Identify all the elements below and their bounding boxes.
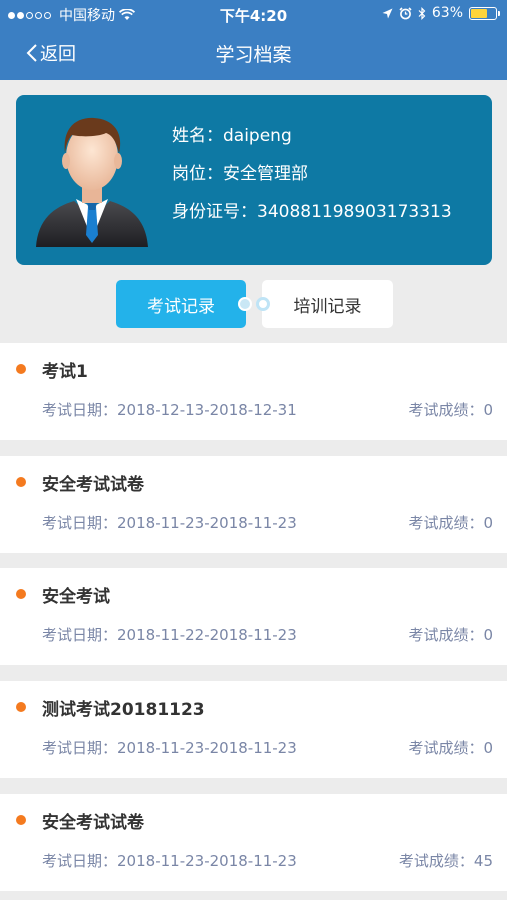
status-bar: 中国移动 下午4:20 63%	[0, 0, 507, 28]
record-date-value: 2018-12-13-2018-12-31	[117, 401, 297, 419]
position-value: 安全管理部	[223, 164, 308, 184]
name-value: daipeng	[223, 126, 292, 146]
record-score-value: 0	[483, 626, 493, 644]
record-date-value: 2018-11-22-2018-11-23	[117, 626, 297, 644]
record-score-label: 考试成绩：	[408, 514, 484, 532]
record-score-value: 0	[483, 514, 493, 532]
battery-percent: 63%	[431, 5, 463, 21]
record-score: 考试成绩：0	[408, 624, 493, 645]
record-date-label: 考试日期：	[42, 739, 118, 757]
alarm-icon	[399, 6, 412, 19]
bullet-dot-icon	[16, 364, 26, 374]
list-item[interactable]: 安全考试试卷 考试日期：2018-11-23-2018-11-23 考试成绩：4…	[0, 794, 507, 891]
record-date-label: 考试日期：	[42, 514, 118, 532]
bullet-dot-icon	[16, 477, 26, 487]
record-date-label: 考试日期：	[42, 626, 118, 644]
tab-training-records[interactable]: 培训记录	[256, 280, 393, 328]
list-item[interactable]: 安全考试试卷 考试日期：2018-11-23-2018-11-23 考试成绩：0	[0, 456, 507, 553]
profile-name-row: 姓名：daipeng	[172, 117, 452, 155]
bluetooth-icon	[418, 6, 426, 20]
id-value: 340881198903173313	[257, 202, 452, 222]
record-name: 安全考试试卷	[42, 475, 144, 495]
record-date: 考试日期：2018-11-23-2018-11-23	[42, 737, 297, 758]
record-score-label: 考试成绩：	[408, 401, 484, 419]
record-name: 安全考试试卷	[42, 813, 144, 833]
tab-knob-icon	[238, 297, 252, 311]
record-score: 考试成绩：0	[408, 512, 493, 533]
profile-id-row: 身份证号：340881198903173313	[172, 193, 452, 231]
tab-exam-records-label: 考试记录	[147, 296, 215, 317]
record-score-value: 0	[483, 739, 493, 757]
record-score-label: 考试成绩：	[408, 739, 484, 757]
record-score: 考试成绩：0	[408, 737, 493, 758]
profile-card: 姓名：daipeng 岗位：安全管理部 身份证号：340881198903173…	[16, 95, 492, 265]
page-title: 学习档案	[215, 44, 292, 66]
record-score-label: 考试成绩：	[398, 852, 474, 870]
battery-icon	[469, 6, 500, 20]
app-header: 中国移动 下午4:20 63% 返回 学习档案	[0, 0, 507, 80]
nav-bar: 返回 学习档案	[0, 28, 507, 80]
bullet-dot-icon	[16, 589, 26, 599]
location-arrow-icon	[382, 8, 393, 18]
list-item[interactable]: 测试考试20181123 考试日期：2018-11-23-2018-11-23 …	[0, 681, 507, 778]
name-label: 姓名：	[172, 126, 223, 146]
record-date: 考试日期：2018-11-23-2018-11-23	[42, 850, 297, 871]
tab-knob-icon	[256, 297, 270, 311]
profile-position-row: 岗位：安全管理部	[172, 155, 452, 193]
position-label: 岗位：	[172, 164, 223, 184]
list-item[interactable]: 考试1 考试日期：2018-12-13-2018-12-31 考试成绩：0	[0, 343, 507, 440]
record-date: 考试日期：2018-11-23-2018-11-23	[42, 512, 297, 533]
record-date-label: 考试日期：	[42, 401, 118, 419]
record-date: 考试日期：2018-12-13-2018-12-31	[42, 399, 297, 420]
record-score-value: 45	[473, 852, 493, 870]
record-name: 安全考试	[42, 587, 110, 607]
record-name: 考试1	[42, 362, 88, 382]
record-date-value: 2018-11-23-2018-11-23	[117, 514, 297, 532]
user-avatar	[36, 117, 148, 247]
tab-exam-records[interactable]: 考试记录	[116, 280, 252, 328]
list-item[interactable]: 安全考试 考试日期：2018-11-22-2018-11-23 考试成绩：0	[0, 568, 507, 665]
record-date-value: 2018-11-23-2018-11-23	[117, 852, 297, 870]
bullet-dot-icon	[16, 702, 26, 712]
bullet-dot-icon	[16, 815, 26, 825]
profile-info: 姓名：daipeng 岗位：安全管理部 身份证号：340881198903173…	[172, 117, 452, 231]
record-date: 考试日期：2018-11-22-2018-11-23	[42, 624, 297, 645]
record-date-label: 考试日期：	[42, 852, 118, 870]
record-score-value: 0	[483, 401, 493, 419]
record-score-label: 考试成绩：	[408, 626, 484, 644]
record-score: 考试成绩：0	[408, 399, 493, 420]
id-label: 身份证号：	[172, 202, 257, 222]
status-right: 63%	[382, 5, 500, 21]
record-date-value: 2018-11-23-2018-11-23	[117, 739, 297, 757]
record-score: 考试成绩：45	[399, 850, 493, 871]
record-name: 测试考试20181123	[42, 700, 205, 720]
tab-training-records-label: 培训记录	[293, 296, 362, 317]
